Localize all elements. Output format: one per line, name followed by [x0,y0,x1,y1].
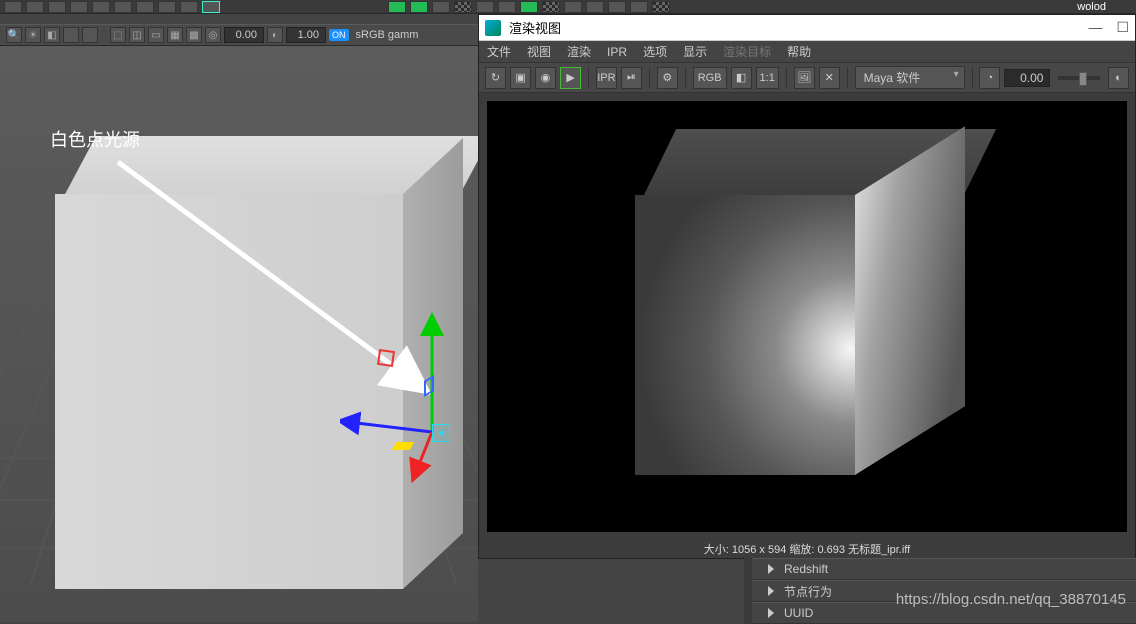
attr-section-label: Redshift [784,562,828,576]
disclosure-triangle-icon [768,608,774,618]
tool-icon[interactable] [410,1,428,13]
tool-icon[interactable] [498,1,516,13]
vp-toggle-icon[interactable]: ◧ [44,27,60,43]
viewport-toolbar: 🔍 ☀ ◧ ⬚ ◫ ▭ ▦ ▩ ◎ 0.00 ◐ 1.00 ON sRGB ga… [0,24,478,46]
exposure-field[interactable]: 0.00 [224,27,264,43]
remove-image-button[interactable]: ✕ [819,67,840,89]
panel-gutter [744,558,752,624]
vp-light-icon[interactable]: ☀ [25,27,41,43]
menu-render[interactable]: 渲染 [567,43,591,60]
tool-icon[interactable] [48,1,66,13]
menu-help[interactable]: 帮助 [787,43,811,60]
plane-xz-icon[interactable] [377,349,395,367]
rendered-image [487,101,1127,532]
contrast-icon[interactable]: ◐ [1108,67,1129,89]
tool-icon[interactable] [652,1,670,13]
tool-icon[interactable] [520,1,538,13]
tool-icon[interactable] [564,1,582,13]
disclosure-triangle-icon [768,586,774,596]
tool-icon[interactable] [388,1,406,13]
vp-icon[interactable]: ◫ [129,27,145,43]
scene-cube[interactable] [55,136,455,596]
exposure-icon[interactable]: ◔ [979,67,1000,89]
tool-icon[interactable] [4,1,22,13]
vp-icon[interactable]: ⬚ [110,27,126,43]
watermark-text: https://blog.csdn.net/qq_38870145 [896,591,1126,608]
annotation-label: 白色点光源 [50,126,140,152]
attr-section-label: UUID [784,606,813,620]
gamma-field[interactable]: 1.00 [286,27,326,43]
tool-icon[interactable] [608,1,626,13]
tool-icon[interactable] [70,1,88,13]
render-view-title: 渲染视图 [509,18,561,37]
menu-file[interactable]: 文件 [487,43,511,60]
snapshot-button[interactable]: ◉ [535,67,556,89]
render-view-titlebar[interactable]: 渲染视图 — ☐ [479,15,1135,41]
maya-logo-icon [485,20,501,36]
attr-section-redshift[interactable]: Redshift [752,558,1136,580]
vp-icon[interactable]: ▭ [148,27,164,43]
menu-display[interactable]: 显示 [683,43,707,60]
point-light-icon[interactable] [432,424,450,442]
tool-icon[interactable] [202,1,220,13]
render-view-menubar: 文件 视图 渲染 IPR 选项 显示 渲染目标 帮助 [479,41,1135,63]
tool-icon[interactable] [630,1,648,13]
minimize-button[interactable]: — [1088,19,1102,36]
vp-icon[interactable]: ◐ [267,27,283,43]
tool-icon[interactable] [158,1,176,13]
colorspace-label[interactable]: sRGB gamm [356,29,419,41]
vp-icon[interactable] [63,27,79,43]
tool-icon[interactable] [136,1,154,13]
renderer-dropdown[interactable]: Maya 软件 [855,66,965,89]
maximize-button[interactable]: ☐ [1116,19,1129,36]
tool-icon[interactable] [26,1,44,13]
redo-render-button[interactable]: ↻ [485,67,506,89]
rgb-channel-button[interactable]: RGB [693,67,727,89]
alpha-channel-button[interactable]: ◧ [731,67,752,89]
tool-icon[interactable] [92,1,110,13]
vp-icon[interactable]: ▦ [167,27,183,43]
exposure-value[interactable]: 0.00 [1004,69,1050,87]
menu-ipr[interactable]: IPR [607,45,627,59]
tool-icon[interactable] [476,1,494,13]
vp-icon[interactable]: ◎ [205,27,221,43]
keep-image-button[interactable]: 🖼 [794,67,815,89]
tool-icon[interactable] [180,1,198,13]
render-view-window: 渲染视图 — ☐ 文件 视图 渲染 IPR 选项 显示 渲染目标 帮助 ↻ ▣ … [478,14,1136,559]
exposure-slider[interactable] [1058,76,1099,80]
viewport-3d[interactable]: 白色点光源 [0,46,478,622]
tool-icon[interactable] [454,1,472,13]
main-top-toolbar: wolod [0,0,1136,14]
on-badge[interactable]: ON [329,29,349,41]
disclosure-triangle-icon [768,564,774,574]
vp-icon[interactable]: ▩ [186,27,202,43]
menu-options[interactable]: 选项 [643,43,667,60]
ipr-render-button[interactable]: ▶ [560,67,581,89]
ipr-pause-button[interactable]: ⏯ [621,67,642,89]
tool-icon[interactable] [586,1,604,13]
render-region-button[interactable]: ▣ [510,67,531,89]
user-label: wolod [1077,1,1136,13]
render-view-toolbar: ↻ ▣ ◉ ▶ IPR ⏯ ⚙ RGB ◧ 1:1 🖼 ✕ Maya 软件 ◔ … [479,63,1135,93]
scale-1to1-button[interactable]: 1:1 [756,67,779,89]
menu-view[interactable]: 视图 [527,43,551,60]
vp-icon[interactable] [82,27,98,43]
menu-render-target: 渲染目标 [723,43,771,60]
tool-icon[interactable] [432,1,450,13]
attr-section-label: 节点行为 [784,583,832,600]
tool-icon[interactable] [542,1,560,13]
tool-icon[interactable] [114,1,132,13]
render-settings-button[interactable]: ⚙ [657,67,678,89]
ipr-refresh-button[interactable]: IPR [596,67,617,89]
render-canvas-area[interactable] [479,93,1135,540]
render-status-bar: 大小: 1056 x 594 缩放: 0.693 无标题_ipr.iff [479,540,1135,558]
vp-search-icon[interactable]: 🔍 [6,27,22,43]
